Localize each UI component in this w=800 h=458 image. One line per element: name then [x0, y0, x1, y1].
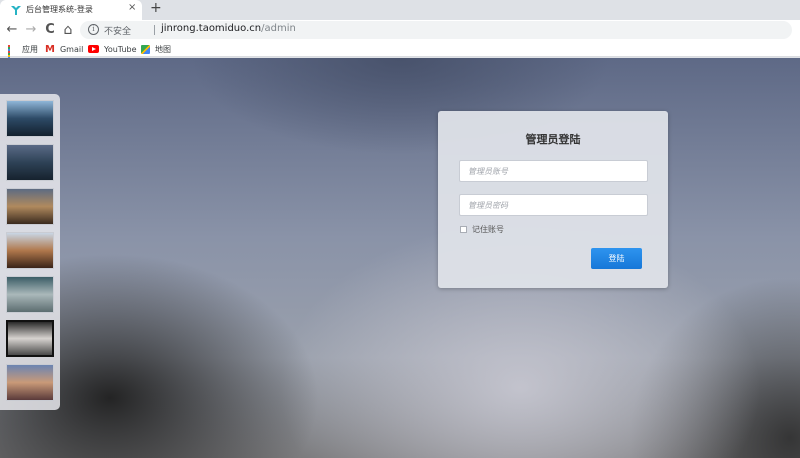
bookmark-label: 应用 [22, 44, 38, 54]
background-thumbnail[interactable] [6, 276, 54, 313]
url-host: jinrong.taomiduo.cn [161, 23, 262, 34]
background-thumbnail[interactable] [6, 100, 54, 137]
address-bar[interactable]: i 不安全 jinrong.taomiduo.cn/admin [80, 21, 792, 39]
site-favicon-icon [11, 6, 21, 15]
password-input[interactable] [459, 194, 648, 216]
bookmark-youtube[interactable]: YouTube [88, 43, 137, 55]
remember-checkbox[interactable] [460, 226, 467, 233]
youtube-icon [88, 45, 99, 53]
bookmark-apps[interactable]: 应用 [8, 43, 38, 63]
security-status[interactable]: 不安全 [104, 24, 131, 37]
bookmark-label: YouTube [104, 44, 137, 54]
bookmarks-bar: 应用 M Gmail YouTube 地图 [0, 40, 800, 63]
bookmark-label: Gmail [59, 44, 84, 54]
login-page: 管理员登陆 记住账号 登陆 [0, 58, 800, 458]
gmail-icon: M [45, 43, 55, 55]
login-card: 管理员登陆 记住账号 登陆 [438, 111, 668, 288]
username-input[interactable] [459, 160, 648, 182]
remember-label: 记住账号 [472, 225, 504, 234]
login-button[interactable]: 登陆 [591, 248, 642, 269]
login-title: 管理员登陆 [525, 133, 581, 146]
tab-strip: 后台管理系统-登录 × + [0, 0, 800, 20]
background-thumbnail[interactable] [6, 320, 54, 357]
url-path: /admin [261, 23, 296, 34]
tab-close-icon[interactable]: × [128, 2, 136, 13]
back-icon[interactable]: ← [4, 22, 20, 38]
browser-tab[interactable]: 后台管理系统-登录 × [0, 0, 142, 20]
background-thumbnail[interactable] [6, 232, 54, 269]
bookmark-label: 地图 [155, 44, 171, 54]
bookmark-maps[interactable]: 地图 [141, 43, 171, 55]
background-thumbnail[interactable] [6, 188, 54, 225]
home-icon[interactable]: ⌂ [60, 22, 76, 38]
maps-icon [141, 44, 150, 54]
forward-icon[interactable]: → [23, 22, 39, 38]
bookmark-gmail[interactable]: M Gmail [45, 43, 83, 55]
omnibox-divider [154, 25, 155, 35]
remember-account[interactable]: 记住账号 [460, 224, 504, 235]
browser-toolbar: ← → C ⌂ i 不安全 jinrong.taomiduo.cn/admin [0, 20, 800, 40]
info-icon[interactable]: i [88, 24, 99, 35]
reload-icon[interactable]: C [42, 22, 58, 38]
background-thumbnail-panel [0, 94, 60, 410]
apps-grid-icon [8, 44, 17, 63]
url-text[interactable]: jinrong.taomiduo.cn/admin [161, 23, 296, 34]
new-tab-icon[interactable]: + [150, 0, 162, 16]
background-thumbnail[interactable] [6, 364, 54, 401]
background-thumbnail[interactable] [6, 144, 54, 181]
tab-title: 后台管理系统-登录 [26, 5, 93, 14]
